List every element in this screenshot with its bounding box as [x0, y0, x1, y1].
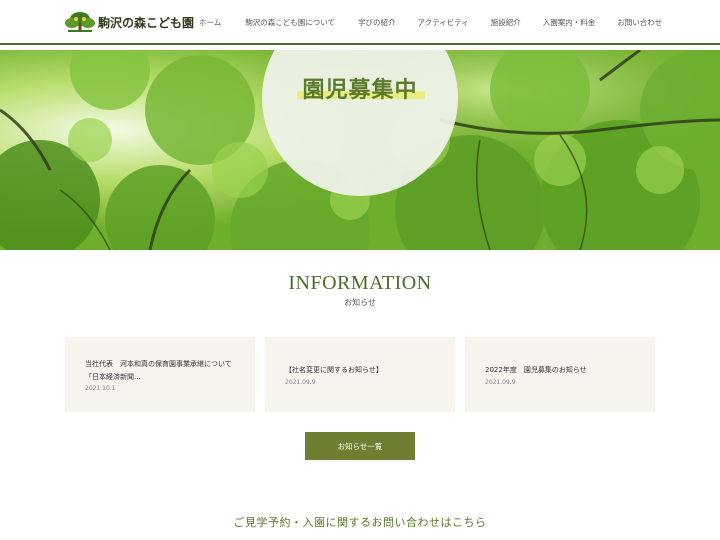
nav-facility[interactable]: 施設紹介 — [491, 17, 521, 28]
hero-banner: 園児募集中 — [0, 50, 720, 250]
news-card[interactable]: 当社代表 河本和真の保育園事業承継について 「日本経済新聞... 2021.10… — [65, 337, 255, 412]
tree-logo-icon — [64, 11, 96, 33]
main-nav: ホーム 駒沢の森こども園について 学びの紹介 アクティビティ 施設紹介 入園案内… — [199, 0, 662, 44]
header-divider — [0, 43, 720, 45]
recruit-badge-text: 園児募集中 — [302, 78, 418, 103]
site-logo[interactable]: 駒沢の森こども園 — [64, 10, 194, 34]
news-card[interactable]: 【社名変更に関するお知らせ】 2021.09.9 — [265, 337, 455, 412]
nav-learning[interactable]: 学びの紹介 — [358, 17, 396, 28]
site-header: 駒沢の森こども園 ホーム 駒沢の森こども園について 学びの紹介 アクティビティ … — [0, 0, 720, 44]
news-card[interactable]: 2022年度 園児募集のお知らせ 2021.09.9 — [465, 337, 655, 412]
news-date: 2021.09.9 — [285, 379, 316, 386]
information-title: INFORMATION — [288, 272, 432, 294]
news-list-button[interactable]: お知らせ一覧 — [305, 432, 415, 460]
nav-home[interactable]: ホーム — [199, 17, 221, 28]
nav-activity[interactable]: アクティビティ — [418, 17, 469, 28]
information-subtitle: お知らせ — [344, 298, 376, 307]
logo-text: 駒沢の森こども園 — [98, 15, 195, 30]
nav-about[interactable]: 駒沢の森こども園について — [245, 17, 335, 28]
news-date: 2021.09.9 — [485, 379, 516, 386]
news-title-line1: 当社代表 河本和真の保育園事業承継について — [85, 360, 232, 368]
nav-admission[interactable]: 入園案内・料金 — [543, 17, 596, 28]
contact-heading: ご見学予約・入園に関するお問い合わせはこちら — [233, 516, 487, 529]
news-title-line2: 「日本経済新聞... — [85, 373, 141, 381]
nav-contact[interactable]: お問い合わせ — [617, 17, 662, 28]
news-title-line1: 【社名変更に関するお知らせ】 — [285, 366, 383, 374]
news-date: 2021.10.1 — [85, 385, 116, 392]
news-title-line1: 2022年度 園児募集のお知らせ — [485, 366, 587, 374]
